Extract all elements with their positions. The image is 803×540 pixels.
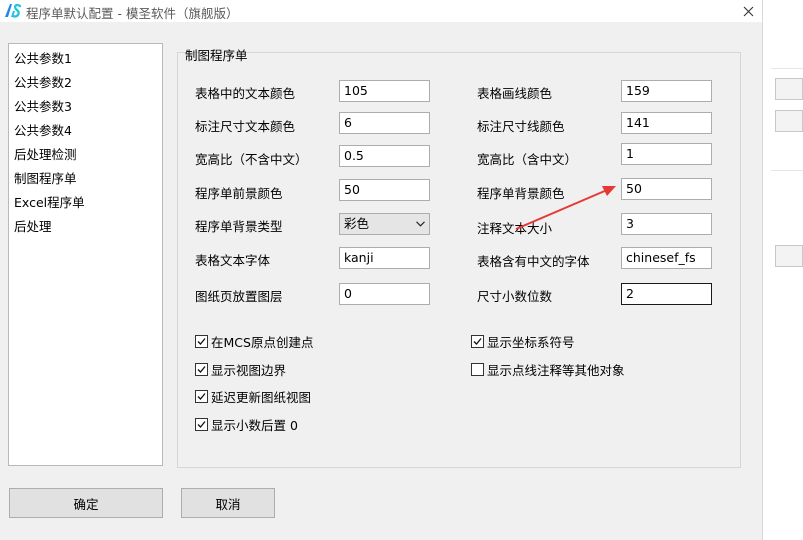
table-cn-font-label: 表格含有中文的字体 [477, 254, 590, 269]
background-button [775, 110, 803, 132]
show-view-border-checkbox[interactable]: 显示视图边界 [195, 361, 287, 378]
aspect-no-cn-label: 宽高比（不含中文） [195, 152, 308, 167]
show-csys-label: 显示坐标系符号 [487, 334, 575, 350]
aspect-cn-input[interactable]: 1 [621, 143, 712, 165]
dim-line-color-label: 标注尺寸线颜色 [477, 119, 565, 134]
nav-item-postprocess[interactable]: 后处理 [9, 215, 162, 239]
table-text-color-input[interactable]: 105 [339, 80, 430, 102]
show-view-border-label: 显示视图边界 [211, 362, 287, 378]
nav-item-common-params-1[interactable]: 公共参数1 [9, 47, 162, 71]
delay-update-label: 延迟更新图纸视图 [211, 389, 312, 405]
layer-label: 图纸页放置图层 [195, 289, 283, 304]
note-size-label: 注释文本大小 [477, 221, 553, 236]
close-button[interactable] [734, 0, 762, 22]
table-cn-font-input[interactable]: chinesef_fs [621, 247, 712, 269]
table-font-input[interactable]: kanji [339, 247, 430, 269]
checkbox-box [471, 334, 484, 348]
nav-item-common-params-3[interactable]: 公共参数3 [9, 95, 162, 119]
show-trailing-zero-label: 显示小数后置 0 [211, 417, 298, 433]
show-trailing-zero-checkbox[interactable]: 显示小数后置 0 [195, 416, 298, 433]
checkbox-box [195, 334, 208, 348]
checkmark-icon [197, 420, 206, 428]
decimals-input[interactable]: 2 [621, 283, 712, 305]
bg-color-label: 程序单背景颜色 [477, 186, 565, 201]
title-bar: 程序单默认配置 - 模圣软件（旗舰版） [0, 0, 762, 22]
decimals-label: 尺寸小数位数 [477, 289, 553, 304]
ok-button[interactable]: 确定 [9, 488, 163, 518]
show-csys-checkbox[interactable]: 显示坐标系符号 [471, 333, 575, 350]
fg-color-input[interactable]: 50 [339, 179, 430, 201]
show-point-notes-label: 显示点线注释等其他对象 [487, 362, 625, 378]
mcs-origin-label: 在MCS原点创建点 [211, 334, 314, 350]
background-divider [771, 170, 803, 171]
nav-item-postprocess-check[interactable]: 后处理检测 [9, 143, 162, 167]
show-point-notes-checkbox[interactable]: 显示点线注释等其他对象 [471, 361, 625, 378]
table-text-color-label: 表格中的文本颜色 [195, 86, 296, 101]
group-title: 制图程序单 [185, 48, 248, 63]
aspect-cn-label: 宽高比（含中文） [477, 152, 578, 167]
bg-type-label: 程序单背景类型 [195, 219, 283, 234]
bg-type-select[interactable]: 彩色 [339, 213, 430, 235]
checkbox-box [195, 389, 208, 403]
nav-item-common-params-2[interactable]: 公共参数2 [9, 71, 162, 95]
background-divider [771, 68, 803, 69]
aspect-no-cn-input[interactable]: 0.5 [339, 145, 430, 167]
checkmark-icon [197, 337, 206, 345]
dim-text-color-input[interactable]: 6 [339, 112, 430, 134]
nav-item-excel-sheet[interactable]: Excel程序单 [9, 191, 162, 215]
table-font-label: 表格文本字体 [195, 253, 271, 268]
checkbox-box [195, 362, 208, 376]
note-size-input[interactable]: 3 [621, 213, 712, 235]
category-list[interactable]: 公共参数1 公共参数2 公共参数3 公共参数4 后处理检测 制图程序单 Exce… [8, 43, 163, 466]
app-logo-icon [5, 3, 22, 18]
layer-input[interactable]: 0 [339, 283, 430, 305]
config-dialog: 程序单默认配置 - 模圣软件（旗舰版） 公共参数1 公共参数2 公共参数3 公共… [0, 0, 762, 540]
fg-color-label: 程序单前景颜色 [195, 186, 283, 201]
checkmark-icon [197, 392, 206, 400]
dim-text-color-label: 标注尺寸文本颜色 [195, 119, 296, 134]
background-window [762, 0, 803, 540]
checkbox-box [195, 417, 208, 431]
bg-color-input[interactable]: 50 [621, 178, 712, 200]
close-icon [743, 6, 753, 16]
background-button [775, 245, 803, 267]
mcs-origin-checkbox[interactable]: 在MCS原点创建点 [195, 333, 314, 350]
table-line-color-input[interactable]: 159 [621, 80, 712, 102]
background-button [775, 78, 803, 100]
nav-item-drawing-sheet[interactable]: 制图程序单 [9, 167, 162, 191]
nav-item-common-params-4[interactable]: 公共参数4 [9, 119, 162, 143]
delay-update-checkbox[interactable]: 延迟更新图纸视图 [195, 388, 312, 405]
chevron-down-icon [414, 214, 426, 234]
checkmark-icon [473, 337, 482, 345]
table-line-color-label: 表格画线颜色 [477, 86, 553, 101]
cancel-button[interactable]: 取消 [181, 488, 275, 518]
dim-line-color-input[interactable]: 141 [621, 112, 712, 134]
checkbox-box [471, 362, 484, 376]
window-title: 程序单默认配置 - 模圣软件（旗舰版） [26, 6, 239, 21]
checkmark-icon [197, 365, 206, 373]
bg-type-selected-value: 彩色 [344, 216, 370, 231]
